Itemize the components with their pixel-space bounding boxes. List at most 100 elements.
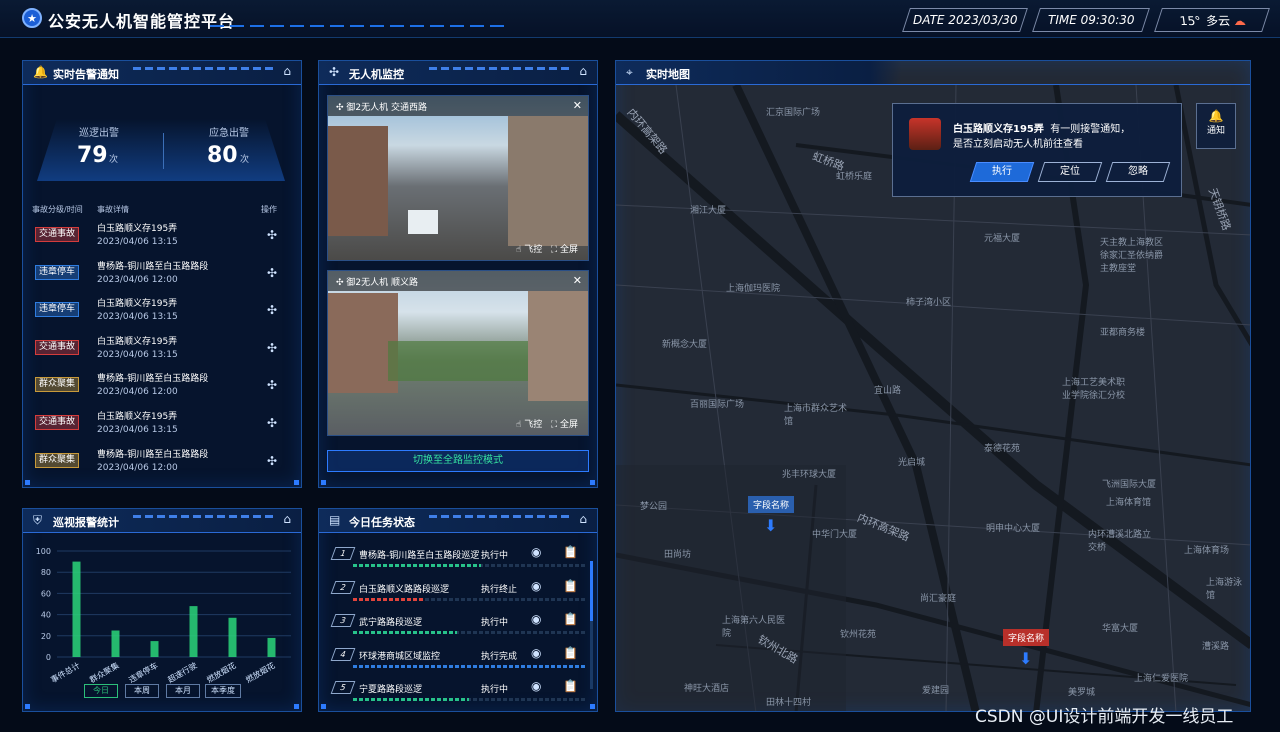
map-marker-icon[interactable]: ⬇ [1019, 649, 1032, 668]
map-place-label[interactable]: 内环漕溪北路立交桥 [1088, 527, 1158, 553]
user-location-icon[interactable]: ⌂ [283, 512, 291, 526]
map-pin-label[interactable]: 字段名称 [748, 496, 795, 513]
alarm-row[interactable]: 群众聚集 曹杨路-铜川路至白玉路路段 2023/04/06 12:00 ✣ [35, 369, 295, 405]
dispatch-drone-icon[interactable]: ✣ [267, 266, 277, 280]
map-place-label[interactable]: 天主教上海教区徐家汇圣依纳爵主教座堂 [1100, 235, 1170, 274]
map-place-label[interactable]: 宜山路 [874, 383, 901, 396]
map-place-label[interactable]: 华富大厦 [1102, 621, 1138, 634]
task-row[interactable]: 1 曹杨路-铜川路至白玉路段巡逻 执行中 ◉ 📋 [330, 543, 589, 575]
map-place-label[interactable]: 元福大厦 [984, 231, 1020, 244]
alarm-panel-title: 实时告警通知 [53, 68, 119, 81]
scrollbar[interactable] [590, 561, 593, 689]
dispatch-drone-icon[interactable]: ✣ [267, 454, 277, 468]
map-place-label[interactable]: 光启城 [898, 455, 925, 468]
notify-button[interactable]: 🔔 通知 [1196, 103, 1236, 149]
fullscreen-button[interactable]: ⛶ 全屏 [551, 245, 578, 255]
map-place-label[interactable]: 泰德花苑 [984, 441, 1020, 454]
map-pin-label[interactable]: 字段名称 [1003, 629, 1050, 646]
map-place-label[interactable]: 神旺大酒店 [684, 681, 729, 694]
alarm-row[interactable]: 违章停车 曹杨路-铜川路至白玉路路段 2023/04/06 12:00 ✣ [35, 257, 295, 293]
map-place-label[interactable]: 兆丰环球大厦 [782, 467, 836, 480]
execute-button[interactable]: 执行 [969, 162, 1035, 182]
user-location-icon[interactable]: ⌂ [579, 512, 587, 526]
dispatch-drone-icon[interactable]: ✣ [267, 228, 277, 242]
alarm-row[interactable]: 群众聚集 曹杨路-铜川路至白玉路路段 2023/04/06 12:00 ✣ [35, 445, 295, 481]
map-place-label[interactable]: 尚汇豪庭 [920, 591, 956, 604]
view-icon[interactable]: ◉ [531, 545, 541, 559]
map-place-label[interactable]: 美罗城 [1068, 685, 1095, 698]
tab-week[interactable]: 本周 [125, 684, 159, 698]
view-icon[interactable]: ◉ [531, 612, 541, 626]
locate-button[interactable]: 定位 [1037, 162, 1103, 182]
incident-type-badge: 交通事故 [35, 415, 79, 430]
bar [111, 630, 120, 657]
task-row[interactable]: 2 白玉路顺义路路段巡逻 执行终止 ◉ 📋 [330, 577, 589, 609]
view-icon[interactable]: ◉ [531, 679, 541, 693]
task-row[interactable]: 4 环球港商城区域监控 执行完成 ◉ 📋 [330, 644, 589, 676]
map-place-label[interactable]: 上海仁爱医院 [1134, 671, 1188, 684]
map-place-label[interactable]: 田林十四村 [766, 695, 811, 708]
panel-corner [294, 480, 299, 485]
view-icon[interactable]: ◉ [531, 579, 541, 593]
map-place-label[interactable]: 漕溪路 [1202, 639, 1229, 652]
map-place-label[interactable]: 梦公园 [640, 499, 667, 512]
user-location-icon[interactable]: ⌂ [283, 64, 291, 78]
map-place-label[interactable]: 上海工艺美术职业学院徐汇分校 [1062, 375, 1132, 401]
scrollbar-thumb[interactable] [590, 561, 593, 621]
switch-monitor-mode-button[interactable]: 切换至全路监控模式 [327, 450, 589, 472]
task-row[interactable]: 3 武宁路路段巡逻 执行中 ◉ 📋 [330, 610, 589, 642]
dispatch-drone-icon[interactable]: ✣ [267, 341, 277, 355]
task-name: 曹杨路-铜川路至白玉路段巡逻 [359, 551, 480, 561]
tab-month[interactable]: 本月 [166, 684, 200, 698]
clipboard-icon[interactable]: 📋 [563, 579, 578, 593]
alarm-row[interactable]: 违章停车 白玉路顺义存195弄 2023/04/06 13:15 ✣ [35, 294, 295, 330]
map-place-label[interactable]: 亚都商务楼 [1100, 325, 1145, 338]
task-row[interactable]: 5 宁夏路路段巡逻 执行中 ◉ 📋 [330, 677, 589, 709]
clipboard-icon[interactable]: 📋 [563, 679, 578, 693]
map-marker-icon[interactable]: ⬇ [764, 516, 777, 535]
map-place-label[interactable]: 中华门大厦 [812, 527, 857, 540]
alarm-row[interactable]: 交通事故 白玉路顺义存195弄 2023/04/06 13:15 ✣ [35, 332, 295, 368]
fly-control[interactable]: ☝ 飞控 [516, 245, 542, 255]
close-icon[interactable]: ✕ [573, 99, 582, 112]
x-tick-label: 事件总计 [49, 660, 82, 684]
clipboard-icon[interactable]: 📋 [563, 646, 578, 660]
camera-feed-1[interactable]: ✣ 御2无人机 交通西路 ✕ ☝ 飞控 ⛶ 全屏 [327, 95, 589, 261]
close-icon[interactable]: ✕ [573, 274, 582, 287]
map-place-label[interactable]: 上海体育场 [1184, 543, 1229, 556]
map-place-label[interactable]: 上海市群众艺术馆 [784, 401, 854, 427]
map-place-label[interactable]: 上海体育馆 [1106, 495, 1151, 508]
x-tick-label: 燃放烟花 [205, 660, 238, 684]
drone-panel: ✣ 无人机监控 ⌂ ✣ 御2无人机 交通西路 ✕ ☝ 飞控 ⛶ 全屏 ✣ 御2无… [318, 60, 598, 488]
map-place-label[interactable]: 上海伽玛医院 [726, 281, 780, 294]
map-place-label[interactable]: 田尚坊 [664, 547, 691, 560]
map-place-label[interactable]: 上海游泳馆 [1206, 575, 1250, 601]
clipboard-icon[interactable]: 📋 [563, 545, 578, 559]
camera-feed-2[interactable]: ✣ 御2无人机 顺义路 ✕ ☝ 飞控 ⛶ 全屏 [327, 270, 589, 436]
map-place-label[interactable]: 柿子湾小区 [906, 295, 951, 308]
map-place-label[interactable]: 新概念大厦 [662, 337, 707, 350]
clipboard-icon[interactable]: 📋 [563, 612, 578, 626]
tab-today[interactable]: 今日 [84, 684, 118, 698]
map-place-label[interactable]: 爱建园 [922, 683, 949, 696]
map-place-label[interactable]: 飞洲国际大厦 [1102, 477, 1156, 490]
map-place-label[interactable]: 钦州花苑 [840, 627, 876, 640]
fly-control[interactable]: ☝ 飞控 [516, 420, 542, 430]
dispatch-drone-icon[interactable]: ✣ [267, 303, 277, 317]
fullscreen-button[interactable]: ⛶ 全屏 [551, 420, 578, 430]
view-icon[interactable]: ◉ [531, 646, 541, 660]
map-place-label[interactable]: 上海第六人民医院 [722, 613, 792, 639]
user-location-icon[interactable]: ⌂ [579, 64, 587, 78]
incident-time: 2023/04/06 12:00 [97, 274, 178, 285]
map-place-label[interactable]: 湘江大厦 [690, 203, 726, 216]
incident-time: 2023/04/06 12:00 [97, 462, 178, 473]
map-place-label[interactable]: 百丽国际广场 [690, 397, 744, 410]
map-place-label[interactable]: 汇京国际广场 [766, 105, 820, 118]
dispatch-drone-icon[interactable]: ✣ [267, 378, 277, 392]
tab-quarter[interactable]: 本季度 [205, 684, 241, 698]
alarm-row[interactable]: 交通事故 白玉路顺义存195弄 2023/04/06 13:15 ✣ [35, 219, 295, 255]
ignore-button[interactable]: 忽略 [1105, 162, 1171, 182]
alarm-row[interactable]: 交通事故 白玉路顺义存195弄 2023/04/06 13:15 ✣ [35, 407, 295, 443]
dispatch-drone-icon[interactable]: ✣ [267, 416, 277, 430]
map-place-label[interactable]: 明申中心大厦 [986, 521, 1040, 534]
